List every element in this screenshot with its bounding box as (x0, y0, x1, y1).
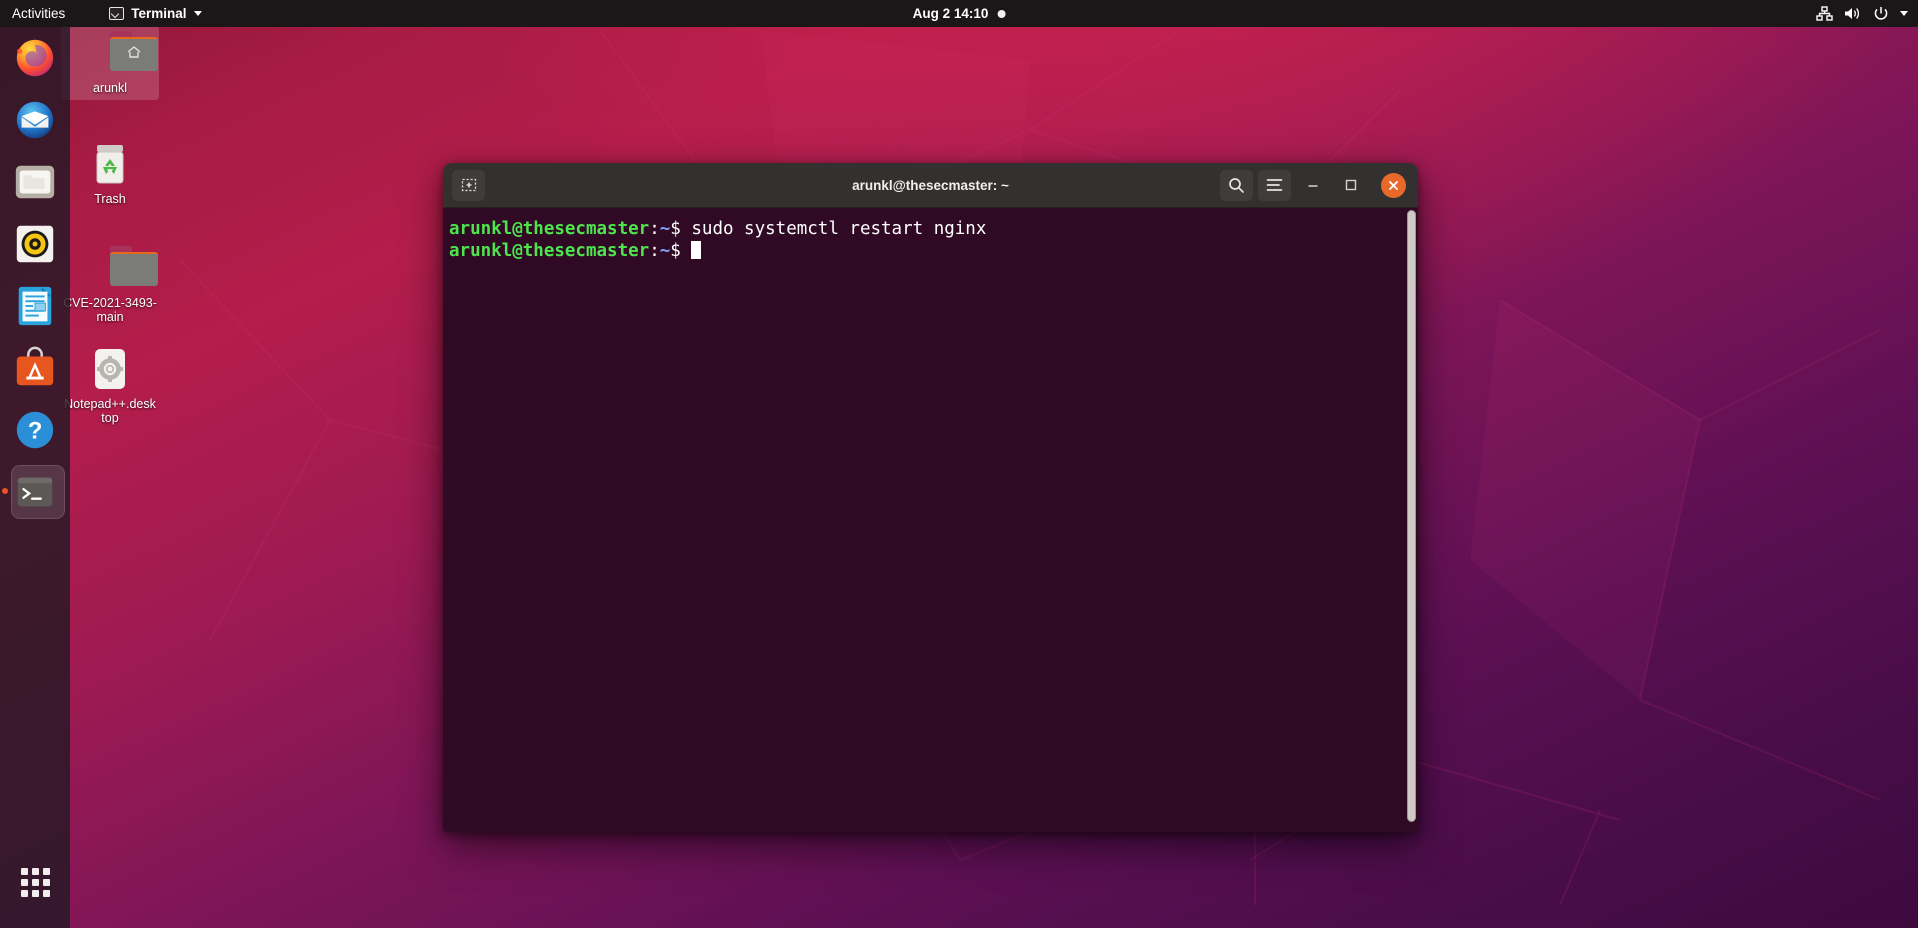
tray-chevron-down-icon[interactable] (1900, 11, 1908, 16)
system-tray[interactable] (1816, 6, 1908, 22)
prompt-colon: : (649, 241, 660, 261)
terminal-line: arunkl@thesecmaster:~$ sudo systemctl re… (449, 218, 1418, 240)
terminal-line: arunkl@thesecmaster:~$ (449, 240, 1418, 262)
home-folder-icon (86, 31, 158, 75)
dock-item-terminal[interactable] (0, 461, 70, 523)
hamburger-menu-button[interactable] (1258, 169, 1291, 201)
trash-icon (86, 142, 134, 186)
terminal-command (681, 219, 692, 239)
app-menu-label: Terminal (131, 6, 187, 21)
dock: ? (0, 27, 70, 928)
terminal-title-bar[interactable]: arunkl@thesecmaster: ~ (443, 163, 1418, 208)
help-icon: ? (16, 411, 54, 449)
terminal-window[interactable]: arunkl@thesecmaster: ~ arunkl@thesecmast… (443, 163, 1418, 832)
clock-button[interactable]: Aug 2 14:10 (913, 6, 1006, 21)
network-icon[interactable] (1816, 6, 1833, 21)
show-applications-button[interactable] (0, 854, 70, 910)
folder-icon (86, 246, 158, 290)
app-menu-terminal[interactable]: Terminal (103, 0, 207, 27)
desktop-icon-trash[interactable]: Trash (61, 136, 159, 211)
top-bar: Activities Terminal Aug 2 14:10 (0, 0, 1918, 27)
desktop-icon-notepadpp[interactable]: Notepad++.desktop (61, 341, 159, 431)
dock-item-help[interactable]: ? (0, 399, 70, 461)
prompt-dollar: $ (670, 219, 681, 239)
prompt-dollar: $ (670, 241, 681, 261)
desktop-icon-label: arunkl (92, 81, 128, 95)
dock-item-firefox[interactable] (0, 27, 70, 89)
power-icon[interactable] (1873, 6, 1889, 22)
prompt-user: arunkl@thesecmaster (449, 219, 650, 239)
maximize-button[interactable] (1334, 170, 1367, 201)
dock-item-rhythmbox[interactable] (0, 213, 70, 275)
desktop-icon-home-folder[interactable]: arunkl (61, 25, 159, 101)
prompt-path: ~ (659, 241, 671, 261)
text-cursor (691, 241, 702, 259)
desktop-icon-label: Notepad++.desktop (64, 397, 156, 426)
clock-label: Aug 2 14:10 (912, 6, 989, 21)
search-button[interactable] (1220, 169, 1253, 201)
activities-label: Activities (12, 6, 66, 21)
dock-item-files[interactable] (0, 151, 70, 213)
terminal-dock-icon (17, 477, 53, 507)
desktop-icon-label: Trash (94, 192, 126, 206)
desktop-icon-cve-folder[interactable]: CVE-2021-3493-main (61, 240, 159, 330)
terminal-output-area[interactable]: arunkl@thesecmaster:~$ sudo systemctl re… (443, 208, 1418, 832)
prompt-colon: : (649, 219, 660, 239)
close-button[interactable] (1381, 172, 1406, 198)
dock-item-libreoffice-writer[interactable] (0, 275, 70, 337)
volume-icon[interactable] (1844, 6, 1862, 21)
activities-button[interactable]: Activities (0, 0, 77, 27)
new-tab-button[interactable] (452, 169, 485, 201)
notification-dot-icon (997, 9, 1006, 18)
libreoffice-writer-icon (18, 286, 52, 326)
terminal-icon (109, 7, 125, 20)
files-icon (15, 165, 55, 199)
rhythmbox-icon (16, 225, 54, 263)
ubuntu-software-icon (16, 346, 54, 386)
prompt-path: ~ (659, 219, 671, 239)
terminal-scrollbar[interactable] (1407, 208, 1416, 832)
desktop-icon-label: CVE-2021-3493-main (63, 296, 157, 325)
desktop-file-gear-icon (86, 347, 134, 391)
desktop[interactable]: Activities Terminal Aug 2 14:10 ? arunkl… (0, 0, 1918, 928)
prompt-user: arunkl@thesecmaster (449, 241, 650, 261)
terminal-command-text: sudo systemctl restart nginx (691, 219, 987, 239)
svg-text:?: ? (28, 418, 43, 445)
minimize-button[interactable] (1296, 170, 1329, 201)
dock-item-thunderbird[interactable] (0, 89, 70, 151)
firefox-icon (16, 39, 54, 77)
scrollbar-thumb[interactable] (1407, 210, 1416, 822)
dock-item-ubuntu-software[interactable] (0, 337, 70, 399)
apps-grid-icon (20, 867, 50, 897)
thunderbird-icon (16, 101, 54, 139)
chevron-down-icon (193, 11, 202, 16)
